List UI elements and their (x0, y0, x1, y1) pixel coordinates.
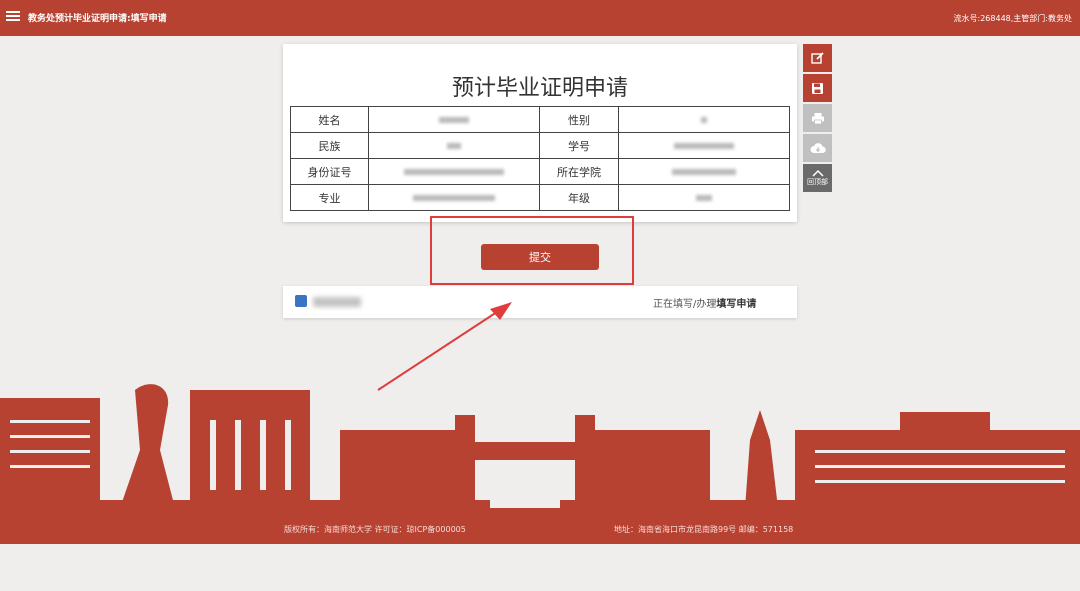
submit-button[interactable]: 提交 (481, 244, 599, 270)
student-info-table: 姓名 性别 民族 学号 身份证号 所在学院 专业 年级 (289, 106, 791, 211)
table-row: 姓名 性别 (289, 106, 791, 133)
label-student-id: 学号 (539, 132, 619, 159)
value-gender (617, 106, 791, 133)
cloud-download-icon (810, 143, 826, 153)
top-bar: 教务处预计毕业证明申请:填写申请 流水号:268448,主管部门:教务处 (0, 0, 1080, 36)
campus-skyline (0, 384, 1080, 510)
status-bar: 正在填写/办理填写申请 (283, 286, 797, 318)
save-button[interactable] (803, 74, 832, 102)
label-college: 所在学院 (539, 158, 619, 185)
back-to-top-button[interactable]: 回顶部 (803, 164, 832, 192)
value-name (368, 106, 541, 133)
download-button[interactable] (803, 134, 832, 162)
footer-address: 地址：海南省海口市龙昆南路99号 邮编：571158 (614, 525, 794, 534)
menu-icon[interactable] (6, 9, 20, 23)
edit-button[interactable] (803, 44, 832, 72)
form-title: 预计毕业证明申请 (451, 76, 628, 101)
value-student-id (617, 132, 791, 159)
label-name: 姓名 (289, 106, 370, 133)
table-row: 身份证号 所在学院 (289, 158, 791, 185)
value-major (368, 184, 541, 211)
print-button[interactable] (803, 104, 832, 132)
footer-copyright: 版权所有：海南师范大学 许可证：琼ICP备000005 (284, 525, 466, 534)
chevron-up-icon (811, 169, 824, 177)
label-id-number: 身份证号 (289, 158, 370, 185)
footer: 版权所有：海南师范大学 许可证：琼ICP备000005 地址：海南省海口市龙昆南… (0, 508, 1080, 544)
label-major: 专业 (289, 184, 370, 211)
table-row: 专业 年级 (289, 184, 791, 211)
save-icon (812, 82, 823, 94)
status-prefix: 正在填写/办理 (653, 299, 717, 310)
value-id-number (368, 158, 541, 185)
blurred-user (313, 297, 361, 307)
edit-icon (810, 52, 824, 64)
label-gender: 性别 (539, 106, 619, 133)
label-ethnicity: 民族 (289, 132, 370, 159)
value-grade (617, 184, 791, 211)
status-bold: 填写申请 (716, 299, 757, 310)
print-icon (811, 112, 824, 124)
value-college (617, 158, 791, 185)
serial-info: 流水号:268448,主管部门:教务处 (953, 14, 1072, 23)
side-toolbar: 回顶部 (803, 44, 832, 194)
table-row: 民族 学号 (289, 132, 791, 159)
form-card: 预计毕业证明申请 姓名 性别 民族 学号 身份证号 所在学院 专业 年级 (283, 44, 797, 222)
status-text: 正在填写/办理填写申请 (653, 295, 756, 310)
value-ethnicity (368, 132, 541, 159)
document-icon (295, 295, 307, 307)
page-title: 教务处预计毕业证明申请:填写申请 (28, 14, 167, 24)
label-grade: 年级 (539, 184, 619, 211)
back-to-top-label: 回顶部 (807, 178, 828, 186)
